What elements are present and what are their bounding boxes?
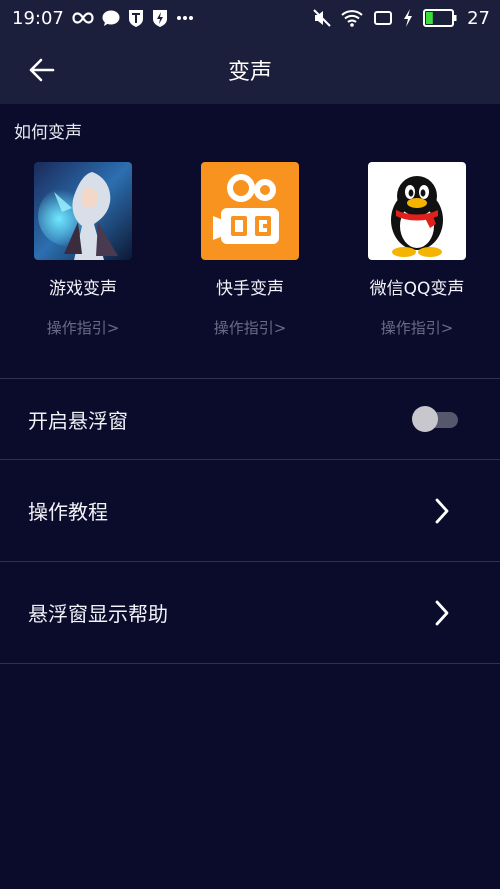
- float-window-toggle[interactable]: [412, 406, 458, 432]
- float-help-label: 悬浮窗显示帮助: [28, 602, 168, 626]
- qq-penguin-image: [368, 162, 466, 260]
- voice-change-cards: 游戏变声 操作指引> 快手变声 操作指引> 微信QQ变声 操作指引>: [0, 162, 500, 342]
- tutorial-row[interactable]: 操作教程: [0, 460, 500, 561]
- more-dots-icon: [176, 15, 194, 21]
- game-character-image: [34, 162, 132, 260]
- battery-icon: [423, 9, 457, 27]
- screen-icon: [373, 10, 393, 26]
- wifi-icon: [341, 9, 363, 27]
- float-window-label: 开启悬浮窗: [28, 408, 128, 433]
- shield-t-icon: [128, 9, 144, 27]
- guide-link[interactable]: 操作指引>: [214, 317, 287, 338]
- chat-bubble-icon: [102, 10, 120, 27]
- status-bar: 19:07 27: [0, 0, 500, 36]
- charging-icon: [403, 9, 413, 27]
- status-bar-left: 19:07: [0, 8, 194, 29]
- float-window-row[interactable]: 开启悬浮窗: [0, 379, 500, 459]
- guide-link[interactable]: 操作指引>: [47, 317, 120, 338]
- shield-lightning-icon: [152, 9, 168, 27]
- battery-level: 27: [467, 7, 490, 29]
- card-label: 微信QQ变声: [369, 279, 465, 299]
- chevron-right-icon: [430, 598, 454, 628]
- back-arrow-icon: [29, 58, 55, 82]
- kuaishou-logo-image: [201, 162, 299, 260]
- chevron-right-icon: [430, 496, 454, 526]
- battery-fill: [426, 12, 433, 24]
- mute-icon: [313, 9, 331, 27]
- status-bar-right: 27: [313, 8, 500, 29]
- page-title: 变声: [227, 60, 272, 85]
- card-wechat-qq-voice[interactable]: 微信QQ变声 操作指引>: [334, 162, 500, 342]
- status-time: 19:07: [12, 7, 64, 29]
- infinity-icon: [72, 11, 94, 25]
- guide-link[interactable]: 操作指引>: [381, 317, 454, 338]
- app-bar: 变声: [0, 36, 500, 104]
- tutorial-label: 操作教程: [28, 500, 108, 524]
- float-help-row[interactable]: 悬浮窗显示帮助: [0, 562, 500, 663]
- back-button[interactable]: [24, 52, 60, 88]
- card-label: 游戏变声: [49, 279, 117, 299]
- card-kuaishou-voice[interactable]: 快手变声 操作指引>: [167, 162, 333, 342]
- card-game-voice[interactable]: 游戏变声 操作指引>: [0, 162, 166, 342]
- section-title: 如何变声: [14, 123, 82, 143]
- divider: [0, 663, 500, 664]
- card-label: 快手变声: [216, 279, 284, 299]
- toggle-knob: [412, 406, 438, 432]
